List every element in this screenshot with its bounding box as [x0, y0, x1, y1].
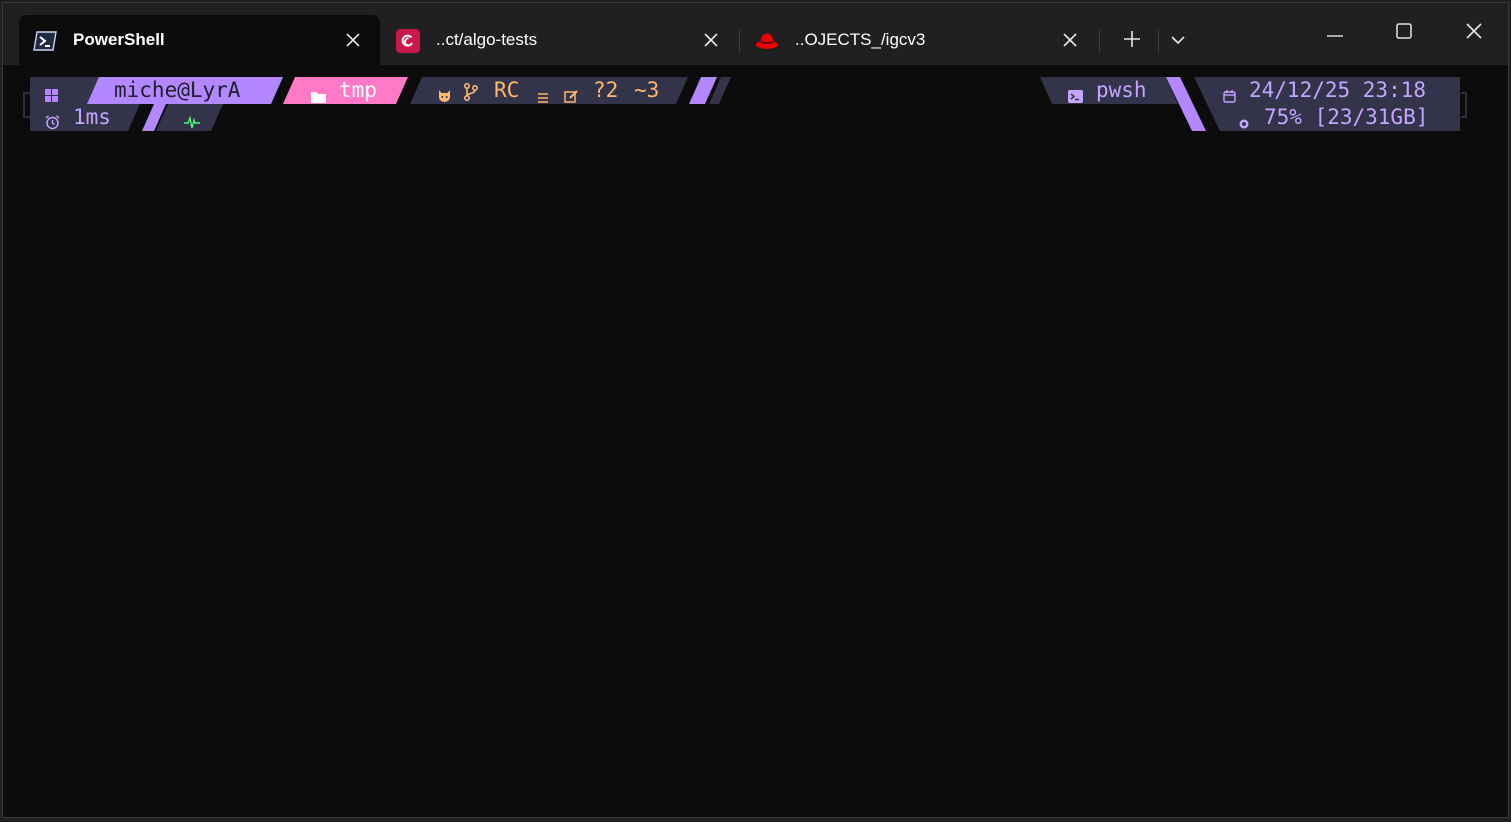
tab-label: ..OJECTS_/igcv3 [795, 30, 926, 49]
git-modified: ~3 [634, 78, 660, 102]
folder-icon [311, 84, 326, 108]
close-window-button[interactable] [1451, 13, 1497, 53]
close-tab-icon[interactable] [700, 29, 722, 51]
alarm-icon [45, 111, 60, 135]
tab-separator [1099, 29, 1100, 53]
minimize-icon [1327, 24, 1343, 42]
terminal-icon [1068, 84, 1083, 108]
powershell-icon [33, 29, 57, 53]
debian-icon [396, 29, 420, 53]
git-untracked: ?2 [593, 78, 619, 102]
edit-icon [564, 84, 579, 108]
tab-bar: PowerShell ..ct/algo-tests ..OJECTS_/igc… [3, 3, 1508, 65]
redhat-icon [755, 29, 779, 53]
branch-icon [463, 82, 479, 106]
maximize-icon [1396, 22, 1412, 44]
equal-icon [537, 85, 549, 109]
tab-algo-tests[interactable]: ..ct/algo-tests [382, 15, 738, 65]
tab-powershell[interactable]: PowerShell [19, 15, 380, 65]
plus-icon [1124, 30, 1140, 52]
execution-time: 1ms [73, 105, 111, 129]
new-tab-button[interactable] [1114, 23, 1150, 59]
tab-dropdown-button[interactable] [1160, 23, 1196, 59]
maximize-button[interactable] [1381, 13, 1427, 53]
tab-separator [1158, 29, 1159, 53]
current-path: tmp [339, 78, 377, 102]
close-tab-icon[interactable] [342, 29, 364, 51]
github-icon [437, 84, 452, 108]
shell-name: pwsh [1096, 78, 1147, 102]
calendar-icon [1223, 84, 1236, 108]
minimize-button[interactable] [1312, 13, 1358, 53]
terminal-area[interactable]: miche@LyrA tmp RC ?2 ~3 pwsh 24/12/25 23… [3, 65, 1508, 817]
tab-label: PowerShell [73, 30, 165, 49]
memory-icon [1238, 111, 1250, 135]
terminal-window: PowerShell ..ct/algo-tests ..OJECTS_/igc… [2, 2, 1509, 818]
tab-label: ..ct/algo-tests [436, 30, 538, 49]
memory-usage: 75% [23/31GB] [1264, 105, 1429, 129]
close-icon [1466, 22, 1482, 44]
date-time: 24/12/25 23:18 [1249, 78, 1427, 102]
git-branch: RC [494, 78, 520, 102]
tab-igcv3[interactable]: ..OJECTS_/igcv3 [741, 15, 1097, 65]
pulse-icon [184, 111, 200, 135]
windows-icon [45, 84, 59, 108]
tab-separator [739, 29, 740, 53]
close-tab-icon[interactable] [1059, 29, 1081, 51]
chevron-down-icon [1171, 32, 1185, 50]
user-host: miche@LyrA [114, 78, 241, 102]
